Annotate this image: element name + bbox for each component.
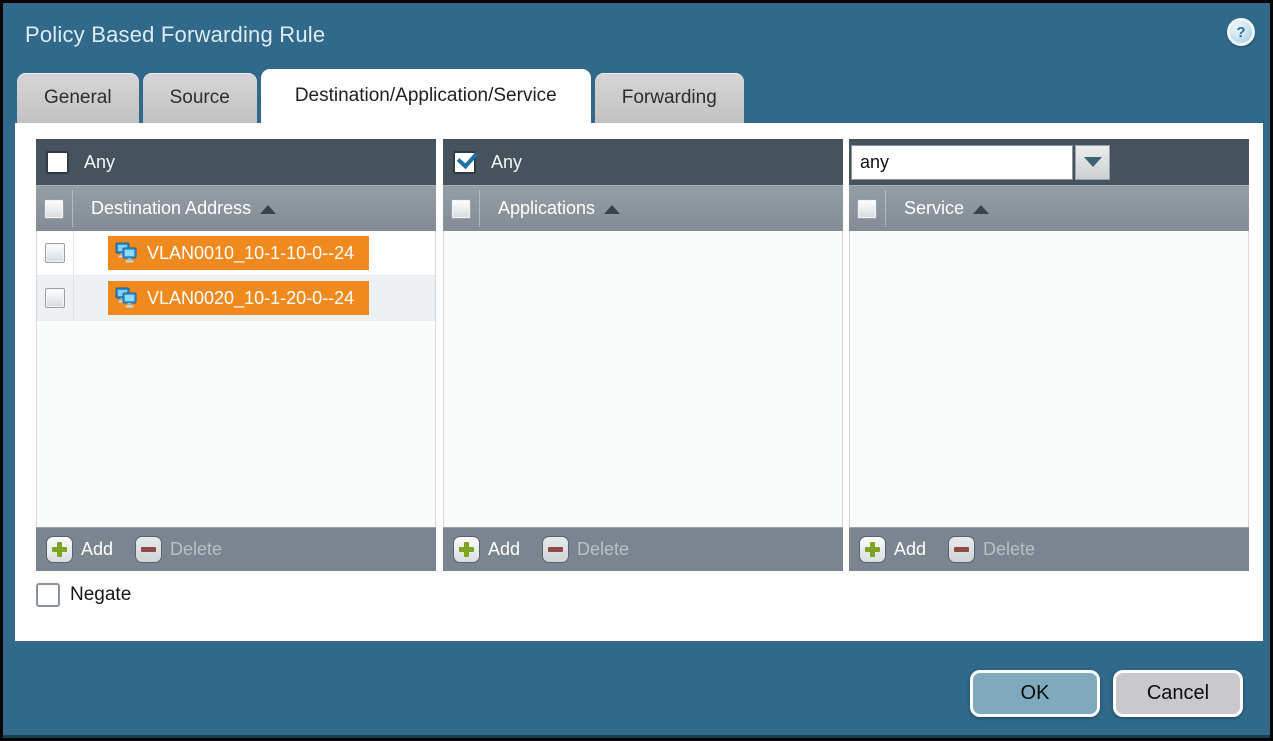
address-group-icon <box>113 286 139 310</box>
add-icon[interactable] <box>859 536 886 563</box>
tab-content-panel: Any Destination Address <box>15 123 1263 641</box>
service-dropdown-button[interactable] <box>1075 145 1110 180</box>
delete-button[interactable]: Delete <box>983 539 1035 560</box>
negate-option: Negate <box>36 583 131 607</box>
address-object-chip[interactable]: VLAN0010_10-1-10-0--24 <box>108 236 369 270</box>
row-checkbox[interactable] <box>45 288 65 308</box>
tab-destination-application-service[interactable]: Destination/Application/Service <box>261 69 591 123</box>
delete-button[interactable]: Delete <box>577 539 629 560</box>
cancel-button[interactable]: Cancel <box>1113 670 1243 717</box>
destination-address-column: Any Destination Address <box>36 139 436 571</box>
destination-select-all-checkbox[interactable] <box>44 199 64 219</box>
applications-footer: Add Delete <box>443 527 843 571</box>
sort-asc-icon <box>604 205 620 214</box>
address-object-label: VLAN0020_10-1-20-0--24 <box>147 288 354 309</box>
applications-any-checkbox[interactable] <box>453 151 476 174</box>
ok-button[interactable]: OK <box>970 670 1100 717</box>
header-divider <box>72 190 73 227</box>
destination-footer: Add Delete <box>36 527 436 571</box>
service-header-label: Service <box>904 198 964 219</box>
tab-source[interactable]: Source <box>143 73 257 123</box>
delete-icon[interactable] <box>542 536 569 563</box>
chevron-down-icon <box>1084 157 1102 167</box>
address-object-chip[interactable]: VLAN0020_10-1-20-0--24 <box>108 281 369 315</box>
row-checkbox[interactable] <box>45 243 65 263</box>
applications-any-label: Any <box>491 152 522 173</box>
delete-icon[interactable] <box>135 536 162 563</box>
destination-any-label: Any <box>84 152 115 173</box>
row-divider <box>73 231 74 275</box>
destination-address-list: VLAN0010_10-1-10-0--24 <box>36 231 436 527</box>
negate-checkbox[interactable] <box>36 583 60 607</box>
service-column: any Service Add Delete <box>849 139 1249 571</box>
row-divider <box>73 276 74 320</box>
sort-asc-icon <box>973 205 989 214</box>
service-dropdown-bar: any <box>849 139 1249 185</box>
service-select-all-checkbox[interactable] <box>857 199 877 219</box>
table-row: VLAN0010_10-1-10-0--24 <box>37 231 435 276</box>
tab-general[interactable]: General <box>17 73 139 123</box>
service-list <box>849 231 1249 527</box>
address-group-icon <box>113 241 139 265</box>
applications-column: Any Applications Add Delete <box>443 139 843 571</box>
add-button[interactable]: Add <box>81 539 113 560</box>
tab-forwarding[interactable]: Forwarding <box>595 73 744 123</box>
applications-any-bar: Any <box>443 139 843 185</box>
add-button[interactable]: Add <box>488 539 520 560</box>
tab-bar: General Source Destination/Application/S… <box>17 69 744 123</box>
negate-label: Negate <box>70 584 131 606</box>
destination-header-label: Destination Address <box>91 198 251 219</box>
applications-list <box>443 231 843 527</box>
delete-icon[interactable] <box>948 536 975 563</box>
destination-address-header[interactable]: Destination Address <box>36 185 436 231</box>
destination-any-checkbox[interactable] <box>46 151 69 174</box>
add-icon[interactable] <box>46 536 73 563</box>
dialog-title: Policy Based Forwarding Rule <box>25 22 325 48</box>
help-icon[interactable]: ? <box>1227 18 1255 46</box>
delete-button[interactable]: Delete <box>170 539 222 560</box>
address-object-label: VLAN0010_10-1-10-0--24 <box>147 243 354 264</box>
add-button[interactable]: Add <box>894 539 926 560</box>
applications-header-label: Applications <box>498 198 595 219</box>
header-divider <box>885 190 886 227</box>
service-footer: Add Delete <box>849 527 1249 571</box>
sort-asc-icon <box>260 205 276 214</box>
policy-based-forwarding-dialog: Policy Based Forwarding Rule ? General S… <box>0 0 1273 741</box>
service-dropdown-value[interactable]: any <box>851 145 1073 180</box>
add-icon[interactable] <box>453 536 480 563</box>
applications-select-all-checkbox[interactable] <box>451 199 471 219</box>
service-header[interactable]: Service <box>849 185 1249 231</box>
destination-any-bar: Any <box>36 139 436 185</box>
header-divider <box>479 190 480 227</box>
table-row: VLAN0020_10-1-20-0--24 <box>37 276 435 321</box>
applications-header[interactable]: Applications <box>443 185 843 231</box>
